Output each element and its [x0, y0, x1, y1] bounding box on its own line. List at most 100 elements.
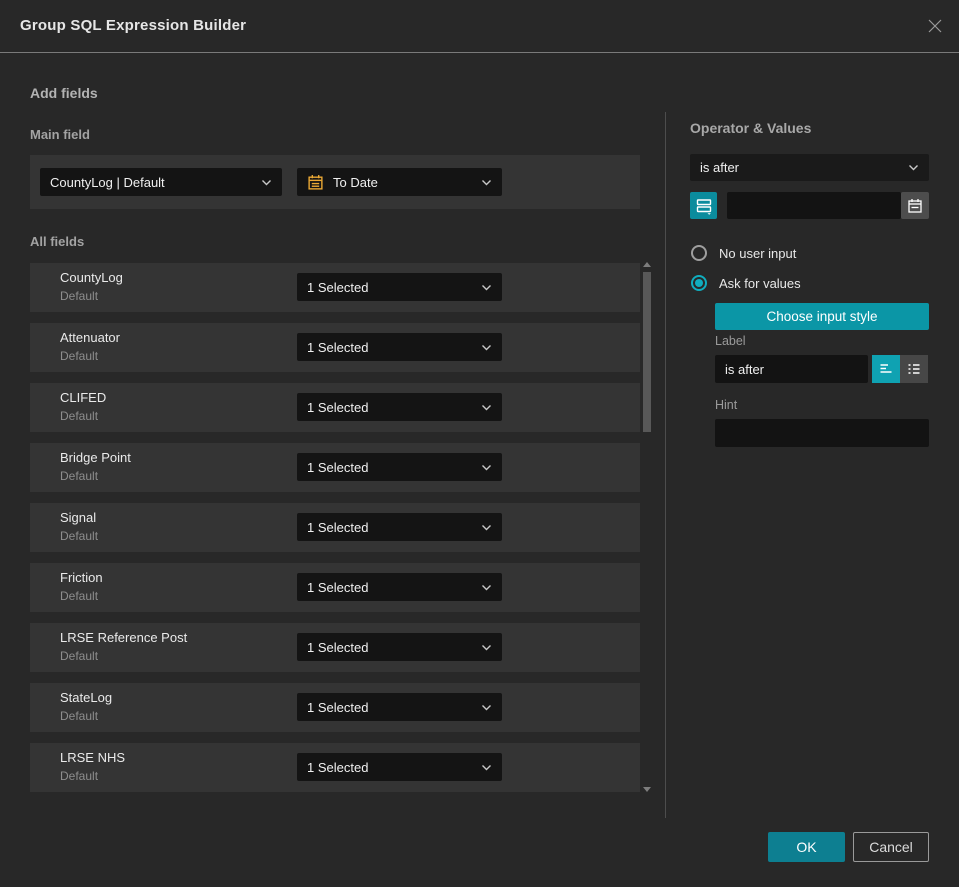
- list-style-button[interactable]: [900, 355, 928, 383]
- field-type-label: Default: [60, 289, 99, 303]
- chevron-down-icon: [481, 404, 492, 411]
- field-name: Friction: [60, 570, 103, 585]
- field-row: LRSE NHS Default 1 Selected: [30, 743, 640, 792]
- field-name: StateLog: [60, 690, 113, 705]
- field-selection-dropdown[interactable]: 1 Selected: [297, 753, 502, 781]
- main-field-dropdown[interactable]: CountyLog | Default: [40, 168, 282, 196]
- field-selection-value: 1 Selected: [307, 519, 369, 535]
- chevron-down-icon: [481, 644, 492, 651]
- calendar-icon: [907, 198, 923, 214]
- field-selection-dropdown[interactable]: 1 Selected: [297, 453, 502, 481]
- field-name: Signal: [60, 510, 97, 525]
- operator-dropdown[interactable]: is after: [690, 154, 929, 181]
- chevron-down-icon: [481, 179, 492, 186]
- field-selection-dropdown[interactable]: 1 Selected: [297, 333, 502, 361]
- field-row: LRSE Reference Post Default 1 Selected: [30, 623, 640, 672]
- main-field-dropdown-value: CountyLog | Default: [50, 174, 165, 190]
- field-row: Signal Default 1 Selected: [30, 503, 640, 552]
- field-type-label: Default: [60, 709, 99, 723]
- all-fields-list: CountyLog Default 1 Selected Attenuator …: [30, 263, 640, 803]
- cancel-button[interactable]: Cancel: [853, 832, 929, 862]
- ask-for-values-label: Ask for values: [719, 275, 801, 291]
- single-line-style-button[interactable]: [872, 355, 900, 383]
- field-selection-value: 1 Selected: [307, 339, 369, 355]
- main-field-heading: Main field: [30, 127, 90, 142]
- field-selection-value: 1 Selected: [307, 639, 369, 655]
- hint-caption: Hint: [715, 398, 738, 412]
- label-input[interactable]: [715, 355, 868, 383]
- field-selection-value: 1 Selected: [307, 399, 369, 415]
- ask-for-values-radio[interactable]: Ask for values: [691, 275, 801, 291]
- scrollbar-thumb[interactable]: [643, 272, 651, 432]
- field-row: CLIFED Default 1 Selected: [30, 383, 640, 432]
- field-row: Bridge Point Default 1 Selected: [30, 443, 640, 492]
- field-row: StateLog Default 1 Selected: [30, 683, 640, 732]
- ok-button[interactable]: OK: [768, 832, 845, 862]
- field-row: CountyLog Default 1 Selected: [30, 263, 640, 312]
- chevron-down-icon: [481, 284, 492, 291]
- field-selection-dropdown[interactable]: 1 Selected: [297, 393, 502, 421]
- field-type-label: Default: [60, 409, 99, 423]
- chevron-down-icon: [481, 344, 492, 351]
- date-type-dropdown[interactable]: To Date: [297, 168, 502, 196]
- group-sql-expression-builder-dialog: Group SQL Expression Builder Add fields …: [0, 0, 959, 887]
- field-type-label: Default: [60, 529, 99, 543]
- chevron-down-icon: [481, 464, 492, 471]
- field-type-label: Default: [60, 769, 99, 783]
- field-type-label: Default: [60, 589, 99, 603]
- scroll-up-arrow-icon[interactable]: [643, 262, 651, 267]
- field-type-label: Default: [60, 649, 99, 663]
- choose-input-style-button[interactable]: Choose input style: [715, 303, 929, 330]
- field-type-label: Default: [60, 469, 99, 483]
- chevron-down-icon: [481, 764, 492, 771]
- no-user-input-radio[interactable]: No user input: [691, 245, 796, 261]
- field-row: Attenuator Default 1 Selected: [30, 323, 640, 372]
- chevron-down-icon: [481, 704, 492, 711]
- main-field-panel: CountyLog | Default To Date: [30, 155, 640, 209]
- field-name: LRSE NHS: [60, 750, 126, 765]
- field-selection-value: 1 Selected: [307, 699, 369, 715]
- field-selection-value: 1 Selected: [307, 759, 369, 775]
- chevron-down-icon: [481, 584, 492, 591]
- no-user-input-label: No user input: [719, 245, 797, 261]
- calendar-icon: [307, 174, 324, 191]
- add-fields-heading: Add fields: [30, 85, 98, 101]
- field-selection-dropdown[interactable]: 1 Selected: [297, 633, 502, 661]
- input-type-toggle-button[interactable]: [690, 192, 717, 219]
- field-selection-value: 1 Selected: [307, 579, 369, 595]
- close-icon[interactable]: [925, 16, 945, 36]
- field-name: Attenuator: [60, 330, 120, 345]
- operator-dropdown-value: is after: [700, 160, 740, 175]
- date-type-dropdown-value: To Date: [333, 174, 378, 190]
- panel-divider: [665, 112, 666, 818]
- field-name: CLIFED: [60, 390, 107, 405]
- field-selection-dropdown[interactable]: 1 Selected: [297, 513, 502, 541]
- field-selection-dropdown[interactable]: 1 Selected: [297, 693, 502, 721]
- scroll-down-arrow-icon[interactable]: [643, 787, 651, 792]
- all-fields-heading: All fields: [30, 234, 85, 249]
- chevron-down-icon: [261, 179, 272, 186]
- field-name: LRSE Reference Post: [60, 630, 188, 645]
- radio-circle-icon: [691, 245, 707, 261]
- field-type-label: Default: [60, 349, 99, 363]
- field-selection-dropdown[interactable]: 1 Selected: [297, 273, 502, 301]
- chevron-down-icon: [908, 164, 919, 171]
- field-selection-value: 1 Selected: [307, 459, 369, 475]
- field-selection-value: 1 Selected: [307, 279, 369, 295]
- title-bar: Group SQL Expression Builder: [0, 0, 959, 53]
- field-row: Friction Default 1 Selected: [30, 563, 640, 612]
- label-caption: Label: [715, 334, 746, 348]
- chevron-down-icon: [481, 524, 492, 531]
- fields-list-scrollbar: [643, 258, 651, 794]
- field-selection-dropdown[interactable]: 1 Selected: [297, 573, 502, 601]
- date-picker-button[interactable]: [901, 192, 929, 219]
- value-input[interactable]: [727, 192, 901, 219]
- hint-input[interactable]: [715, 419, 929, 447]
- list-icon: [906, 361, 922, 377]
- field-name: Bridge Point: [60, 450, 131, 465]
- field-name: CountyLog: [60, 270, 123, 285]
- dialog-title: Group SQL Expression Builder: [20, 17, 247, 34]
- stacked-input-type-icon: [695, 197, 713, 215]
- operator-values-heading: Operator & Values: [690, 120, 812, 136]
- radio-selected-icon: [691, 275, 707, 291]
